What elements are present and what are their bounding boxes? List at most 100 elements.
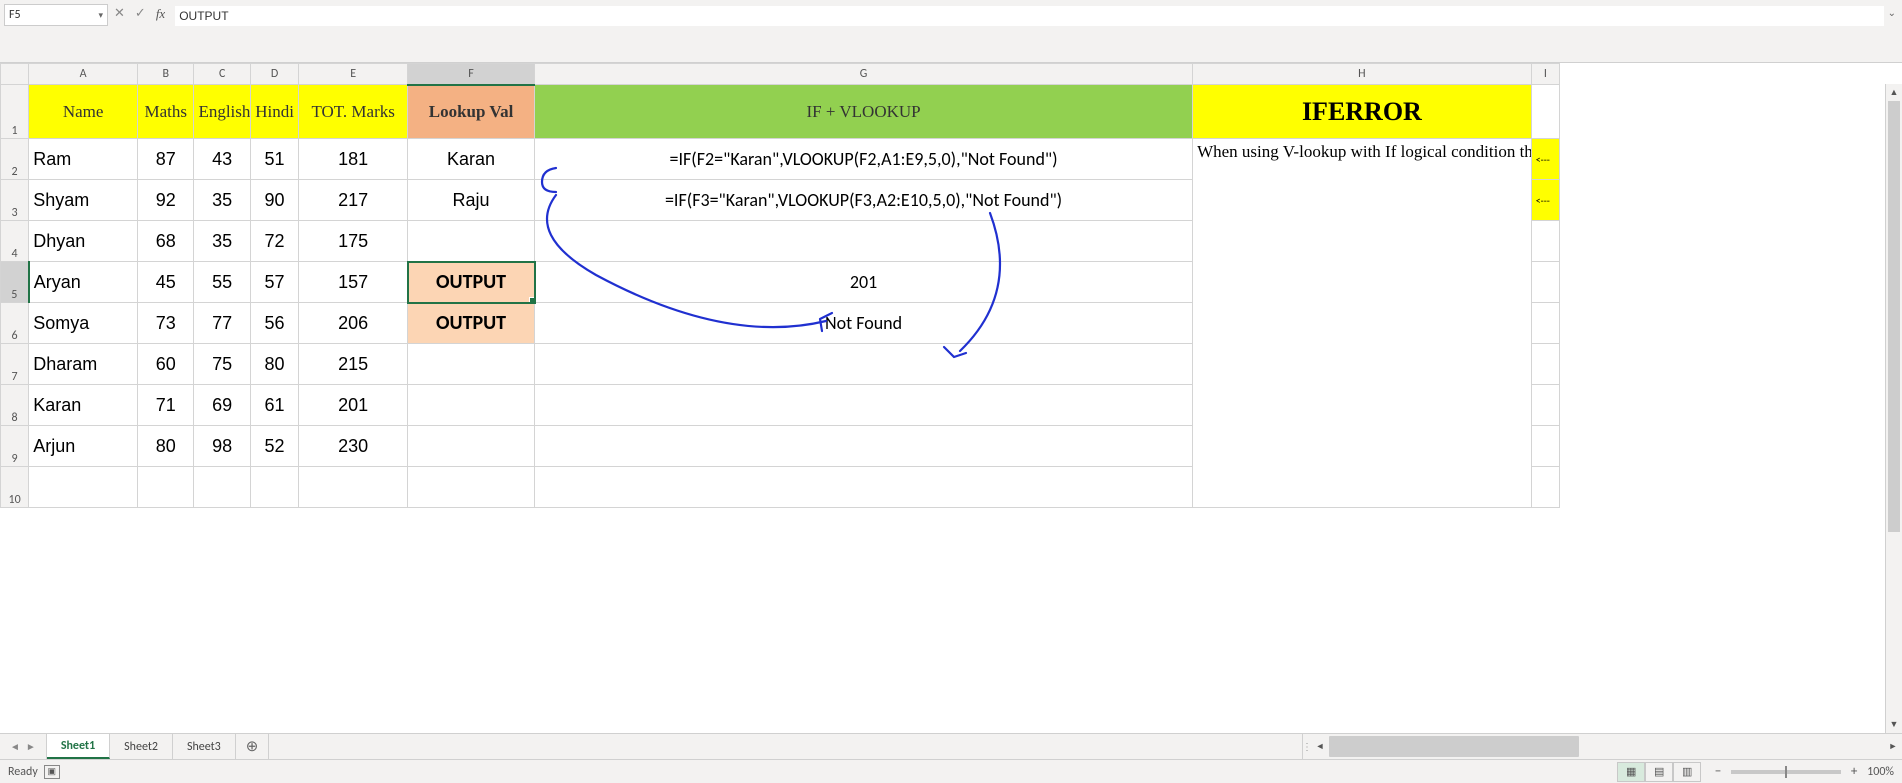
cell-maths[interactable]: 71 — [138, 385, 194, 426]
cell-lookup[interactable] — [408, 221, 535, 262]
arrow-marker[interactable]: <--- — [1531, 180, 1559, 221]
hscroll-grip-icon[interactable]: ⋮ — [1303, 734, 1311, 759]
cell-name[interactable]: Dhyan — [29, 221, 138, 262]
row-3[interactable]: 3 — [1, 180, 29, 221]
tab-sheet1[interactable]: Sheet1 — [47, 734, 110, 759]
cell-name[interactable]: Aryan — [29, 262, 138, 303]
row-1[interactable]: 1 — [1, 85, 29, 139]
cell-lookup[interactable] — [408, 426, 535, 467]
hscroll-track[interactable] — [1329, 734, 1884, 759]
col-I[interactable]: I — [1531, 64, 1559, 85]
cell-hindi[interactable]: 90 — [250, 180, 298, 221]
cell-hindi[interactable]: 80 — [250, 344, 298, 385]
cell-lookup[interactable] — [408, 385, 535, 426]
cell-tot[interactable]: 206 — [299, 303, 408, 344]
vscroll-thumb[interactable] — [1888, 101, 1900, 532]
row-2[interactable]: 2 — [1, 139, 29, 180]
row-5[interactable]: 5 — [1, 262, 29, 303]
cell-english[interactable]: 55 — [194, 262, 250, 303]
cell-output-F5[interactable]: OUTPUT — [408, 262, 535, 303]
col-D[interactable]: D — [250, 64, 298, 85]
cell-name[interactable]: Karan — [29, 385, 138, 426]
cell-I8[interactable] — [1531, 385, 1559, 426]
header-totmarks[interactable]: TOT. Marks — [299, 85, 408, 139]
macro-record-icon[interactable]: ▣ — [44, 765, 60, 779]
scroll-down-icon[interactable]: ▼ — [1886, 716, 1902, 733]
cell-name[interactable]: Arjun — [29, 426, 138, 467]
cell-tot[interactable]: 175 — [299, 221, 408, 262]
cell-formula[interactable]: =IF(F2="Karan",VLOOKUP(F2,A1:E9,5,0),"No… — [535, 139, 1193, 180]
cell-name[interactable]: Somya — [29, 303, 138, 344]
zoom-out-icon[interactable]: − — [1711, 764, 1725, 779]
cell-formula[interactable] — [535, 344, 1193, 385]
cell-name[interactable]: Dharam — [29, 344, 138, 385]
cell[interactable] — [408, 467, 535, 508]
cell-english[interactable]: 98 — [194, 426, 250, 467]
cell-tot[interactable]: 215 — [299, 344, 408, 385]
cell-maths[interactable]: 60 — [138, 344, 194, 385]
vertical-scrollbar[interactable]: ▲ ▼ — [1885, 84, 1902, 733]
cell-hindi[interactable]: 52 — [250, 426, 298, 467]
col-E[interactable]: E — [299, 64, 408, 85]
col-A[interactable]: A — [29, 64, 138, 85]
cell[interactable] — [29, 467, 138, 508]
col-B[interactable]: B — [138, 64, 194, 85]
header-iferror[interactable]: IFERROR — [1193, 85, 1532, 139]
add-sheet-icon[interactable]: ⊕ — [236, 734, 270, 759]
cell-english[interactable]: 43 — [194, 139, 250, 180]
cell-english[interactable]: 77 — [194, 303, 250, 344]
cell-hindi[interactable]: 72 — [250, 221, 298, 262]
hscroll-right-icon[interactable]: ► — [1884, 734, 1902, 759]
col-G[interactable]: G — [535, 64, 1193, 85]
header-maths[interactable]: Maths — [138, 85, 194, 139]
cell-lookup[interactable] — [408, 344, 535, 385]
formula-input[interactable] — [175, 6, 1883, 26]
row-8[interactable]: 8 — [1, 385, 29, 426]
tab-prev-icon[interactable]: ◄ — [10, 740, 20, 753]
cell-lookup[interactable]: Raju — [408, 180, 535, 221]
row-9[interactable]: 9 — [1, 426, 29, 467]
cell-maths[interactable]: 45 — [138, 262, 194, 303]
tab-sheet3[interactable]: Sheet3 — [173, 734, 236, 759]
cell-hindi[interactable]: 51 — [250, 139, 298, 180]
hscroll-left-icon[interactable]: ◄ — [1311, 734, 1329, 759]
cell-tot[interactable]: 217 — [299, 180, 408, 221]
cell-hindi[interactable]: 57 — [250, 262, 298, 303]
cell-I5[interactable] — [1531, 262, 1559, 303]
accept-formula-icon[interactable]: ✓ — [135, 6, 146, 21]
page-layout-view-icon[interactable]: ▤ — [1645, 762, 1673, 782]
tab-sheet2[interactable]: Sheet2 — [110, 734, 173, 759]
row-6[interactable]: 6 — [1, 303, 29, 344]
cell-I7[interactable] — [1531, 344, 1559, 385]
cell[interactable] — [138, 467, 194, 508]
row-7[interactable]: 7 — [1, 344, 29, 385]
cell-formula[interactable] — [535, 221, 1193, 262]
cell-english[interactable]: 69 — [194, 385, 250, 426]
cell-maths[interactable]: 87 — [138, 139, 194, 180]
horizontal-scrollbar[interactable]: ⋮ ◄ ► — [1302, 734, 1902, 759]
fx-icon[interactable]: fx — [156, 6, 165, 22]
cell-formula[interactable]: =IF(F3="Karan",VLOOKUP(F3,A2:E10,5,0),"N… — [535, 180, 1193, 221]
cell-maths[interactable]: 92 — [138, 180, 194, 221]
cell-tot[interactable]: 230 — [299, 426, 408, 467]
header-english[interactable]: English — [194, 85, 250, 139]
header-hindi[interactable]: Hindi — [250, 85, 298, 139]
cell-english[interactable]: 35 — [194, 180, 250, 221]
row-4[interactable]: 4 — [1, 221, 29, 262]
zoom-in-icon[interactable]: + — [1847, 764, 1861, 779]
name-box-dropdown-icon[interactable]: ▾ — [98, 10, 103, 21]
page-break-view-icon[interactable]: ▥ — [1673, 762, 1701, 782]
cell-result[interactable]: 201 — [535, 262, 1193, 303]
col-H[interactable]: H — [1193, 64, 1532, 85]
cell-formula[interactable] — [535, 426, 1193, 467]
cell-I9[interactable] — [1531, 426, 1559, 467]
cell-output-F6[interactable]: OUTPUT — [408, 303, 535, 344]
scroll-up-icon[interactable]: ▲ — [1886, 84, 1902, 101]
zoom-slider[interactable] — [1731, 770, 1841, 774]
cell-result[interactable]: Not Found — [535, 303, 1193, 344]
arrow-marker[interactable]: <--- — [1531, 139, 1559, 180]
cell[interactable] — [299, 467, 408, 508]
name-box[interactable]: F5 ▾ — [4, 4, 108, 26]
col-F[interactable]: F — [408, 64, 535, 85]
cell-hindi[interactable]: 56 — [250, 303, 298, 344]
